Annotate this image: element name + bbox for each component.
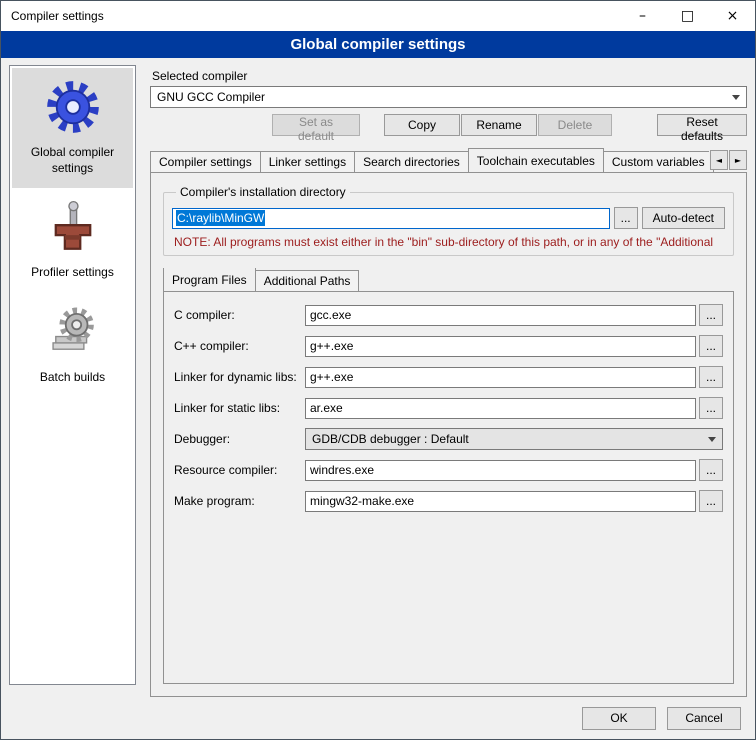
tab-toolchain-executables[interactable]: Toolchain executables [468,148,604,172]
tab-search-directories[interactable]: Search directories [354,151,469,172]
debugger-value: GDB/CDB debugger : Default [312,432,702,446]
dialog-body: Global compiler settings Profiler settin… [1,58,755,697]
sidebar-item-global-compiler-settings[interactable]: Global compiler settings [12,68,133,188]
copy-button[interactable]: Copy [384,114,460,136]
field-label: Make program: [174,494,302,508]
field-label: Debugger: [174,432,302,446]
maximize-icon: □ [681,8,694,24]
field-label: Linker for dynamic libs: [174,370,302,384]
window-title: Compiler settings [1,9,620,23]
installation-directory-value: C:\raylib\MinGW [176,210,265,226]
installation-directory-group: Compiler's installation directory C:\ray… [163,185,734,256]
main-settings-area: Selected compiler GNU GCC Compiler Set a… [144,65,747,697]
program-files-tabstrip: Program Files Additional Paths [163,268,734,291]
browse-cpp-compiler-button[interactable]: ... [699,335,723,357]
installation-directory-row: C:\raylib\MinGW ... Auto-detect [172,207,725,229]
tab-compiler-settings[interactable]: Compiler settings [150,151,261,172]
field-row-static-linker: Linker for static libs: ... [174,397,723,419]
browse-make-program-button[interactable]: ... [699,490,723,512]
field-row-c-compiler: C compiler: ... [174,304,723,326]
gray-gear-stack-icon [44,303,102,361]
cancel-button[interactable]: Cancel [667,707,741,730]
browse-static-linker-button[interactable]: ... [699,397,723,419]
reset-defaults-button[interactable]: Reset defaults [657,114,747,136]
field-row-cpp-compiler: C++ compiler: ... [174,335,723,357]
program-files-panel: C compiler: ... C++ compiler: ... Linker… [163,291,734,684]
c-compiler-input[interactable] [305,305,696,326]
compiler-action-buttons: Set as default Copy Rename Delete Reset … [150,114,747,136]
delete-button[interactable]: Delete [538,114,612,136]
dialog-footer: OK Cancel [1,697,755,739]
debugger-dropdown[interactable]: GDB/CDB debugger : Default [305,428,723,450]
minimize-button[interactable]: – [620,1,665,31]
tab-linker-settings[interactable]: Linker settings [260,151,355,172]
tab-scroll-arrows: ◄ ► [709,150,747,170]
installation-directory-input[interactable]: C:\raylib\MinGW [172,208,610,229]
dynamic-linker-input[interactable] [305,367,696,388]
field-row-resource-compiler: Resource compiler: ... [174,459,723,481]
compiler-settings-dialog: Compiler settings – □ × Global compiler … [0,0,756,740]
resource-compiler-input[interactable] [305,460,696,481]
browse-resource-compiler-button[interactable]: ... [699,459,723,481]
bin-subdirectory-note: NOTE: All programs must exist either in … [174,235,723,249]
titlebar: Compiler settings – □ × [1,1,755,31]
tab-custom-variables[interactable]: Custom variables [603,151,714,172]
auto-detect-button[interactable]: Auto-detect [642,207,725,229]
selected-compiler-value: GNU GCC Compiler [157,90,726,104]
rename-button[interactable]: Rename [461,114,537,136]
minimize-icon: – [639,8,646,24]
field-row-dynamic-linker: Linker for dynamic libs: ... [174,366,723,388]
field-row-debugger: Debugger: GDB/CDB debugger : Default [174,428,723,450]
field-label: C++ compiler: [174,339,302,353]
settings-category-sidebar: Global compiler settings Profiler settin… [9,65,136,685]
chevron-down-icon [732,95,740,100]
browse-directory-button[interactable]: ... [614,207,638,229]
close-button[interactable]: × [710,1,755,31]
tab-program-files[interactable]: Program Files [163,268,256,291]
toolchain-executables-panel: Compiler's installation directory C:\ray… [150,172,747,697]
sidebar-item-profiler-settings[interactable]: Profiler settings [12,188,133,293]
browse-c-compiler-button[interactable]: ... [699,304,723,326]
tab-scroll-right-icon[interactable]: ► [729,150,747,170]
selected-compiler-dropdown[interactable]: GNU GCC Compiler [150,86,747,108]
sidebar-item-label: Global compiler settings [16,145,129,176]
field-label: C compiler: [174,308,302,322]
static-linker-input[interactable] [305,398,696,419]
sidebar-item-label: Batch builds [40,370,105,386]
tab-additional-paths[interactable]: Additional Paths [255,270,360,291]
cpp-compiler-input[interactable] [305,336,696,357]
make-program-input[interactable] [305,491,696,512]
browse-dynamic-linker-button[interactable]: ... [699,366,723,388]
maximize-button[interactable]: □ [665,1,710,31]
chevron-down-icon [708,437,716,442]
dialog-header: Global compiler settings [1,31,755,58]
profiler-clamp-icon [44,198,102,256]
sidebar-item-batch-builds[interactable]: Batch builds [12,293,133,398]
field-label: Linker for static libs: [174,401,302,415]
sidebar-item-label: Profiler settings [31,265,114,281]
selected-compiler-label: Selected compiler [152,69,747,83]
set-as-default-button[interactable]: Set as default [272,114,360,136]
field-row-make-program: Make program: ... [174,490,723,512]
blue-gear-icon [44,78,102,136]
close-icon: × [727,8,739,24]
ok-button[interactable]: OK [582,707,656,730]
settings-tabstrip: Compiler settings Linker settings Search… [150,148,747,172]
installation-directory-legend: Compiler's installation directory [176,185,350,199]
field-label: Resource compiler: [174,463,302,477]
tab-scroll-left-icon[interactable]: ◄ [710,150,728,170]
